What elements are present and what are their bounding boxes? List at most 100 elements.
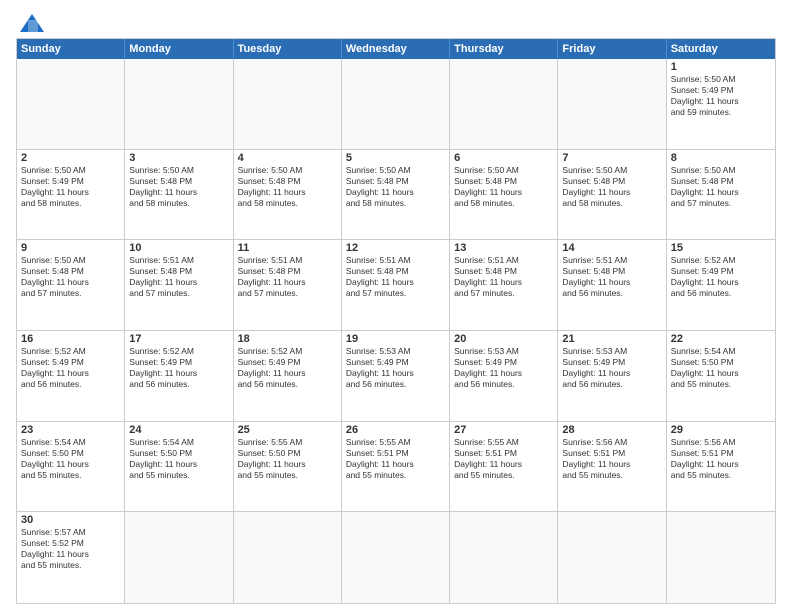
day-number: 25 [238,424,337,436]
day-info: Sunrise: 5:55 AM Sunset: 5:51 PM Dayligh… [346,437,445,481]
day-info: Sunrise: 5:55 AM Sunset: 5:51 PM Dayligh… [454,437,553,481]
day-number: 12 [346,242,445,254]
calendar-cell: 14Sunrise: 5:51 AM Sunset: 5:48 PM Dayli… [558,240,666,330]
day-number: 26 [346,424,445,436]
calendar-cell [342,512,450,603]
calendar-cell [234,59,342,149]
day-number: 3 [129,152,228,164]
weekday-header: Wednesday [342,39,450,59]
day-number: 27 [454,424,553,436]
calendar-cell: 13Sunrise: 5:51 AM Sunset: 5:48 PM Dayli… [450,240,558,330]
calendar-cell [125,512,233,603]
calendar-cell: 11Sunrise: 5:51 AM Sunset: 5:48 PM Dayli… [234,240,342,330]
day-number: 20 [454,333,553,345]
calendar-cell: 3Sunrise: 5:50 AM Sunset: 5:48 PM Daylig… [125,150,233,240]
calendar-header: SundayMondayTuesdayWednesdayThursdayFrid… [17,39,775,59]
calendar-cell: 5Sunrise: 5:50 AM Sunset: 5:48 PM Daylig… [342,150,450,240]
calendar-cell: 2Sunrise: 5:50 AM Sunset: 5:49 PM Daylig… [17,150,125,240]
day-info: Sunrise: 5:51 AM Sunset: 5:48 PM Dayligh… [129,255,228,299]
day-info: Sunrise: 5:50 AM Sunset: 5:48 PM Dayligh… [129,165,228,209]
calendar-cell [558,59,666,149]
calendar-cell: 19Sunrise: 5:53 AM Sunset: 5:49 PM Dayli… [342,331,450,421]
calendar: SundayMondayTuesdayWednesdayThursdayFrid… [16,38,776,604]
calendar-cell: 21Sunrise: 5:53 AM Sunset: 5:49 PM Dayli… [558,331,666,421]
calendar-cell: 28Sunrise: 5:56 AM Sunset: 5:51 PM Dayli… [558,422,666,512]
day-info: Sunrise: 5:50 AM Sunset: 5:48 PM Dayligh… [346,165,445,209]
weekday-header: Thursday [450,39,558,59]
day-number: 22 [671,333,771,345]
day-number: 19 [346,333,445,345]
calendar-cell: 8Sunrise: 5:50 AM Sunset: 5:48 PM Daylig… [667,150,775,240]
calendar-cell: 10Sunrise: 5:51 AM Sunset: 5:48 PM Dayli… [125,240,233,330]
calendar-cell [234,512,342,603]
weekday-header: Tuesday [234,39,342,59]
calendar-cell [558,512,666,603]
calendar-cell: 29Sunrise: 5:56 AM Sunset: 5:51 PM Dayli… [667,422,775,512]
calendar-cell: 6Sunrise: 5:50 AM Sunset: 5:48 PM Daylig… [450,150,558,240]
weekday-header: Monday [125,39,233,59]
logo-icon [18,12,46,34]
calendar-cell: 18Sunrise: 5:52 AM Sunset: 5:49 PM Dayli… [234,331,342,421]
calendar-cell: 17Sunrise: 5:52 AM Sunset: 5:49 PM Dayli… [125,331,233,421]
day-info: Sunrise: 5:51 AM Sunset: 5:48 PM Dayligh… [454,255,553,299]
calendar-row: 16 Sunrise: 5:52 AM Sunset: 5:49 PM Dayli… [17,331,775,422]
day-number: 7 [562,152,661,164]
calendar-cell: 27Sunrise: 5:55 AM Sunset: 5:51 PM Dayli… [450,422,558,512]
day-number: 16 [21,333,120,345]
day-info: Sunrise: 5:50 AM Sunset: 5:48 PM Dayligh… [562,165,661,209]
day-info: Sunrise: 5:50 AM Sunset: 5:49 PM Dayligh… [21,165,120,209]
calendar-cell [125,59,233,149]
calendar-cell: 25Sunrise: 5:55 AM Sunset: 5:50 PM Dayli… [234,422,342,512]
calendar-row: 30Sunrise: 5:57 AM Sunset: 5:52 PM Dayli… [17,512,775,603]
calendar-cell [450,512,558,603]
calendar-cell: 20Sunrise: 5:53 AM Sunset: 5:49 PM Dayli… [450,331,558,421]
day-info: Sunrise: 5:51 AM Sunset: 5:48 PM Dayligh… [346,255,445,299]
day-info: Sunrise: 5:52 AM Sunset: 5:49 PM Dayligh… [671,255,771,299]
day-info: Sunrise: 5:51 AM Sunset: 5:48 PM Dayligh… [562,255,661,299]
day-number: 21 [562,333,661,345]
day-info: Sunrise: 5:53 AM Sunset: 5:49 PM Dayligh… [454,346,553,390]
day-info: Sunrise: 5:50 AM Sunset: 5:48 PM Dayligh… [238,165,337,209]
day-info: Sunrise: 5:50 AM Sunset: 5:49 PM Dayligh… [671,74,771,118]
page: SundayMondayTuesdayWednesdayThursdayFrid… [0,0,792,612]
day-number: 30 [21,514,120,526]
day-number: 5 [346,152,445,164]
day-info: Sunrise: 5:53 AM Sunset: 5:49 PM Dayligh… [562,346,661,390]
day-number: 13 [454,242,553,254]
day-number: 4 [238,152,337,164]
day-number: 8 [671,152,771,164]
calendar-row: 23Sunrise: 5:54 AM Sunset: 5:50 PM Dayli… [17,422,775,513]
logo-text [16,12,46,34]
day-info: Sunrise: 5:53 AM Sunset: 5:49 PM Dayligh… [346,346,445,390]
calendar-cell: 16Sunrise: 5:52 AM Sunset: 5:49 PM Dayli… [17,331,125,421]
weekday-header: Saturday [667,39,775,59]
calendar-cell: 30Sunrise: 5:57 AM Sunset: 5:52 PM Dayli… [17,512,125,603]
day-info: Sunrise: 5:54 AM Sunset: 5:50 PM Dayligh… [671,346,771,390]
day-number: 14 [562,242,661,254]
calendar-cell [342,59,450,149]
day-info: Sunrise: 5:56 AM Sunset: 5:51 PM Dayligh… [671,437,771,481]
calendar-row: 1Sunrise: 5:50 AM Sunset: 5:49 PM Daylig… [17,59,775,150]
header [16,12,776,30]
calendar-cell: 22Sunrise: 5:54 AM Sunset: 5:50 PM Dayli… [667,331,775,421]
day-info: Sunrise: 5:51 AM Sunset: 5:48 PM Dayligh… [238,255,337,299]
calendar-cell: 7Sunrise: 5:50 AM Sunset: 5:48 PM Daylig… [558,150,666,240]
day-number: 6 [454,152,553,164]
day-info: Sunrise: 5:54 AM Sunset: 5:50 PM Dayligh… [129,437,228,481]
day-info: Sunrise: 5:56 AM Sunset: 5:51 PM Dayligh… [562,437,661,481]
calendar-cell: 12Sunrise: 5:51 AM Sunset: 5:48 PM Dayli… [342,240,450,330]
calendar-cell [667,512,775,603]
calendar-cell: 23Sunrise: 5:54 AM Sunset: 5:50 PM Dayli… [17,422,125,512]
day-number: 10 [129,242,228,254]
day-number: 29 [671,424,771,436]
day-number: 28 [562,424,661,436]
day-number: 15 [671,242,771,254]
calendar-cell: 4Sunrise: 5:50 AM Sunset: 5:48 PM Daylig… [234,150,342,240]
day-info: Sunrise: 5:52 AM Sunset: 5:49 PM Dayligh… [238,346,337,390]
calendar-body: 1Sunrise: 5:50 AM Sunset: 5:49 PM Daylig… [17,59,775,603]
day-number: 11 [238,242,337,254]
calendar-cell: 26Sunrise: 5:55 AM Sunset: 5:51 PM Dayli… [342,422,450,512]
calendar-cell: 1Sunrise: 5:50 AM Sunset: 5:49 PM Daylig… [667,59,775,149]
day-number: 24 [129,424,228,436]
calendar-cell [17,59,125,149]
